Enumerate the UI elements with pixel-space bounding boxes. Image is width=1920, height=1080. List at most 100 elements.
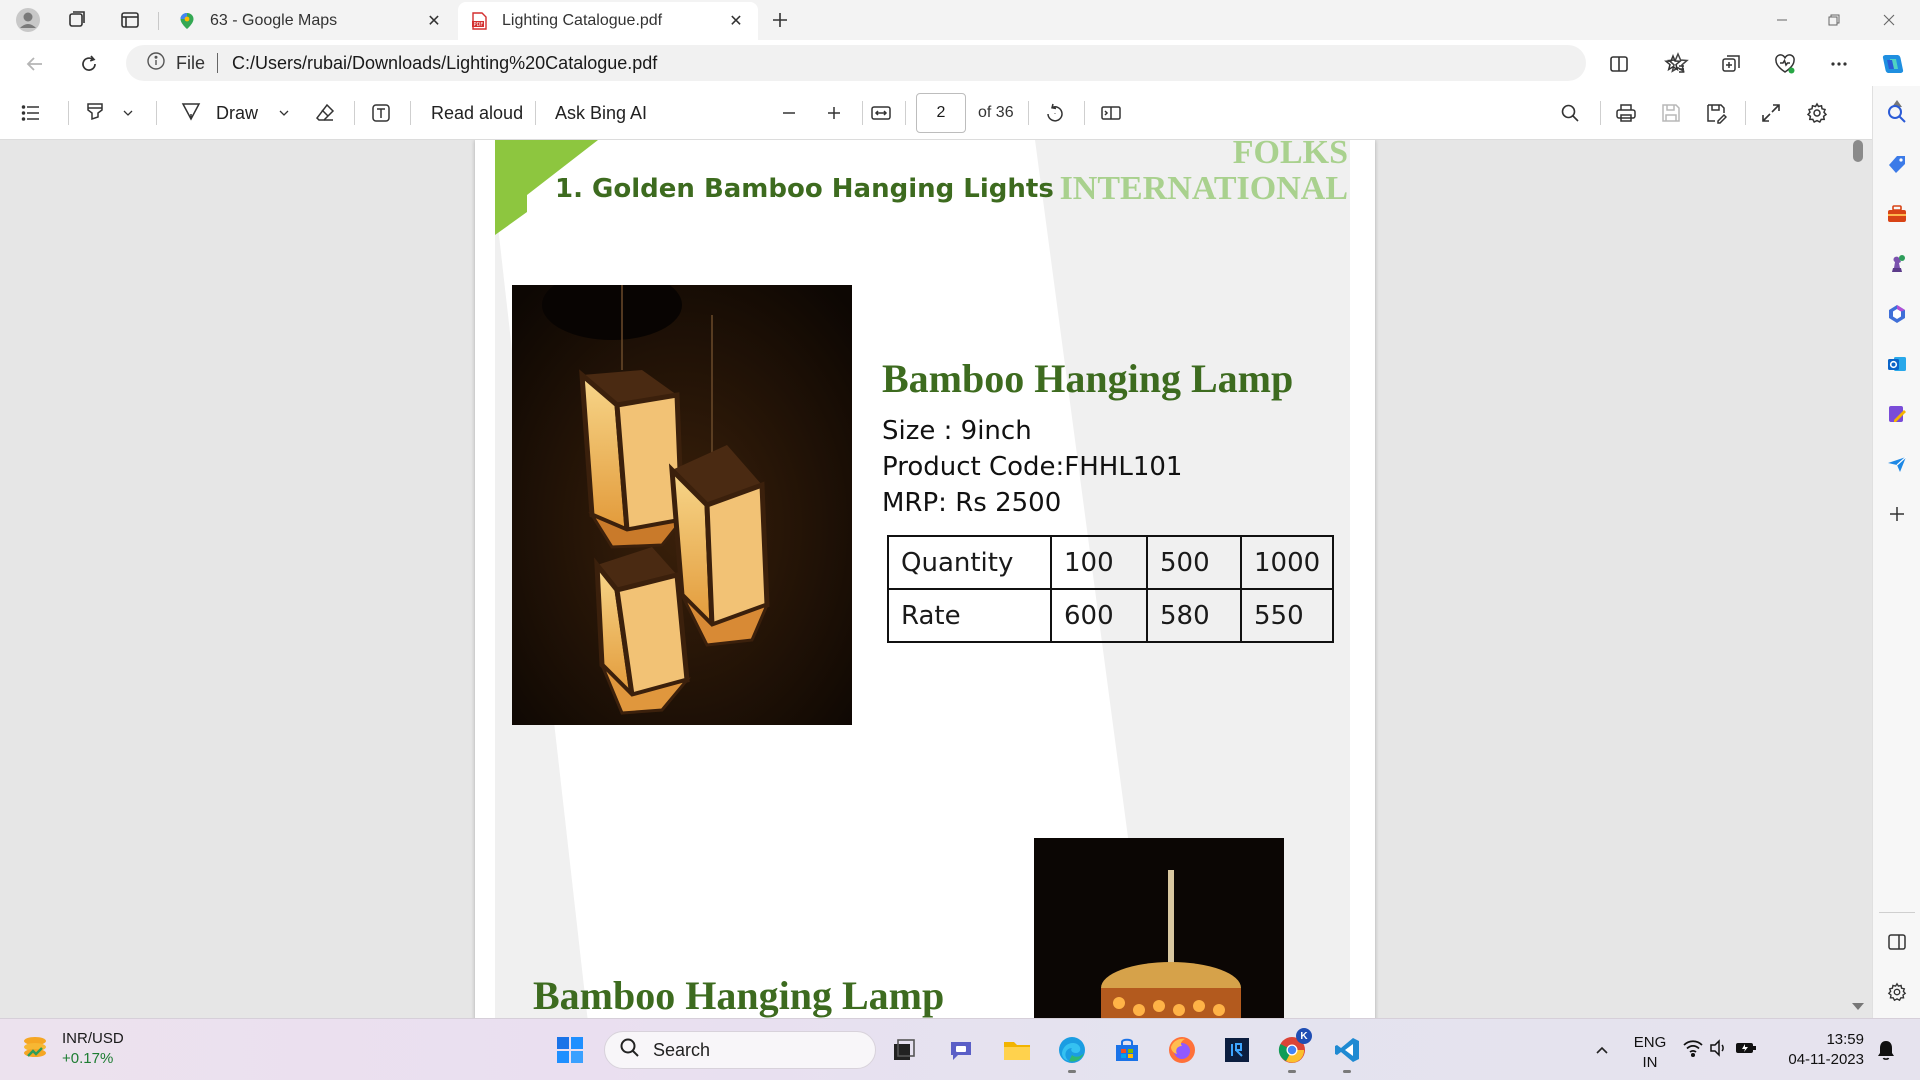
page-view-icon[interactable]: [1100, 99, 1122, 127]
firefox-icon[interactable]: [1164, 1032, 1200, 1068]
print-icon[interactable]: [1615, 99, 1637, 127]
page-count: of 36: [978, 104, 1014, 121]
close-tab-icon[interactable]: ✕: [424, 11, 444, 31]
teams-chat-icon[interactable]: [943, 1032, 979, 1068]
scrollbar-thumb[interactable]: [1853, 140, 1863, 162]
collections-icon[interactable]: [1716, 49, 1746, 79]
url-text[interactable]: C:/Users/rubai/Downloads/Lighting%20Cata…: [232, 53, 657, 74]
table-cell: 100: [1050, 535, 1148, 590]
page-number-input[interactable]: 2: [916, 93, 966, 133]
running-indicator: [1343, 1070, 1351, 1073]
file-explorer-icon[interactable]: [999, 1032, 1035, 1068]
scheme-separator: [217, 53, 219, 73]
contents-list-icon[interactable]: [20, 99, 42, 127]
microsoft-365-icon[interactable]: [1883, 300, 1911, 328]
tab-google-maps[interactable]: 63 - Google Maps ✕: [166, 2, 456, 40]
rate-table: Quantity 100 500 1000 Rate 600 580 550: [887, 535, 1335, 643]
scroll-down-arrow-icon[interactable]: [1851, 997, 1865, 1017]
notifications-bell-icon[interactable]: [1868, 1032, 1904, 1068]
search-icon[interactable]: [1560, 99, 1580, 127]
restore-button[interactable]: [1803, 0, 1865, 40]
profile-icon[interactable]: [14, 6, 42, 34]
language-code: ENG: [1633, 1034, 1667, 1051]
games-chess-icon[interactable]: [1883, 250, 1911, 278]
back-arrow-icon[interactable]: [20, 49, 50, 79]
table-cell: Quantity: [887, 535, 1052, 590]
close-window-button[interactable]: [1858, 0, 1920, 40]
shopping-tag-icon[interactable]: [1883, 150, 1911, 178]
rotate-icon[interactable]: [1044, 99, 1066, 127]
draw-pen-icon: [180, 100, 202, 127]
outlook-icon[interactable]: [1883, 350, 1911, 378]
favorites-icon[interactable]: [1660, 49, 1690, 79]
save-as-icon[interactable]: [1705, 99, 1727, 127]
address-field[interactable]: File C:/Users/rubai/Downloads/Lighting%2…: [126, 45, 1689, 81]
add-sidebar-item-icon[interactable]: [1883, 500, 1911, 528]
product-size: Size : 9inch: [882, 416, 1032, 446]
pdf-page: 1. Golden Bamboo Hanging Lights FOLKS IN…: [475, 140, 1375, 1018]
clock[interactable]: 13:59 04-11-2023: [1774, 1030, 1864, 1070]
language-indicator[interactable]: ENG IN: [1630, 1033, 1670, 1073]
new-tab-button[interactable]: [766, 6, 794, 34]
read-aloud-button[interactable]: Read aloud: [431, 99, 523, 127]
battery-charging-icon: [1734, 1038, 1758, 1063]
chevron-down-icon[interactable]: [122, 103, 134, 124]
windows-start-icon[interactable]: [552, 1032, 588, 1068]
tab-title: Lighting Catalogue.pdf: [502, 12, 663, 29]
eraser-icon[interactable]: [314, 99, 336, 127]
show-hidden-icons-chevron-icon[interactable]: [1584, 1032, 1620, 1068]
product-code: Product Code:FHHL101: [882, 452, 1183, 482]
app-dark-square-icon[interactable]: [1219, 1032, 1255, 1068]
system-tray-status[interactable]: [1680, 1032, 1760, 1068]
vscode-icon[interactable]: [1329, 1032, 1365, 1073]
fullscreen-icon[interactable]: [1760, 99, 1782, 127]
add-text-icon[interactable]: [370, 99, 392, 127]
info-icon[interactable]: [146, 51, 166, 76]
zoom-out-icon[interactable]: [780, 99, 798, 127]
tab-actions-icon[interactable]: [116, 6, 144, 34]
vertical-scrollbar[interactable]: [1849, 140, 1869, 1018]
browser-essentials-icon[interactable]: [1770, 49, 1800, 79]
designer-icon[interactable]: [1883, 400, 1911, 428]
more-options-icon[interactable]: [1824, 49, 1854, 79]
chrome-icon[interactable]: K: [1274, 1028, 1312, 1073]
table-cell: 1000: [1239, 535, 1335, 590]
close-tab-icon[interactable]: ✕: [726, 11, 746, 31]
zoom-in-icon[interactable]: [825, 99, 843, 127]
toolbar-divider: [1600, 101, 1601, 125]
ticker-change: +0.17%: [62, 1050, 114, 1067]
tab-lighting-catalogue[interactable]: PDF Lighting Catalogue.pdf ✕: [458, 2, 758, 40]
sidebar-settings-gear-icon[interactable]: [1883, 978, 1911, 1006]
hide-sidebar-icon[interactable]: [1883, 928, 1911, 956]
product-mrp: MRP: Rs 2500: [882, 488, 1062, 518]
ticker-widget[interactable]: INR/USD +0.17%: [20, 1029, 124, 1069]
split-screen-icon[interactable]: [1604, 49, 1634, 79]
drop-send-icon[interactable]: [1883, 450, 1911, 478]
pdf-viewer[interactable]: 1. Golden Bamboo Hanging Lights FOLKS IN…: [0, 140, 1872, 1018]
microsoft-store-icon[interactable]: [1109, 1032, 1145, 1068]
fit-width-icon[interactable]: [870, 99, 892, 127]
copilot-icon[interactable]: [1878, 49, 1908, 79]
highlighter-icon: [84, 100, 106, 127]
toolbar-divider: [1028, 101, 1029, 125]
draw-tool[interactable]: Draw: [180, 99, 290, 127]
tools-briefcase-icon[interactable]: [1883, 200, 1911, 228]
volume-icon: [1708, 1038, 1728, 1063]
table-cell: 550: [1239, 588, 1335, 643]
ask-bing-button[interactable]: Ask Bing AI: [555, 99, 647, 127]
clock-date: 04-11-2023: [1788, 1051, 1864, 1068]
chevron-down-icon[interactable]: [278, 103, 290, 124]
taskbar-search-input[interactable]: Search: [604, 1031, 876, 1069]
edge-browser-icon[interactable]: [1054, 1032, 1090, 1073]
save-icon[interactable]: [1660, 99, 1682, 127]
svg-text:PDF: PDF: [474, 22, 484, 28]
search-icon[interactable]: [1883, 100, 1911, 128]
settings-gear-icon[interactable]: [1806, 99, 1828, 127]
refresh-icon[interactable]: [74, 49, 104, 79]
highlight-tool[interactable]: [84, 99, 134, 127]
task-view-icon[interactable]: [886, 1032, 922, 1068]
toolbar-divider: [905, 101, 906, 125]
tab-title: 63 - Google Maps: [210, 12, 338, 29]
toolbar-divider: [410, 101, 411, 125]
workspaces-icon[interactable]: [62, 6, 90, 34]
